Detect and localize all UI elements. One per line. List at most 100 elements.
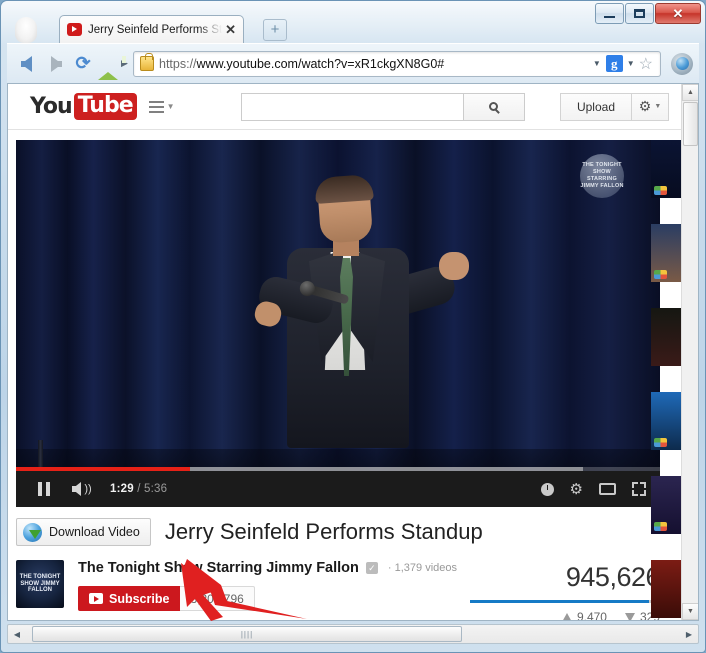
horizontal-scrollbar[interactable]: ◀ |||| ▶ — [7, 624, 699, 644]
video-title: Jerry Seinfeld Performs Standup — [164, 519, 483, 544]
scroll-left-button[interactable]: ◀ — [8, 625, 26, 643]
pause-icon — [38, 482, 50, 496]
player-right-controls: ⚙ — [540, 471, 650, 507]
upload-button[interactable]: Upload — [559, 92, 631, 121]
firefox-orb-icon — [15, 17, 37, 43]
address-bar[interactable]: https://www.youtube.com/watch?v=xR1ckgXN… — [133, 50, 661, 77]
speaker-icon — [72, 482, 82, 496]
related-video-thumbnail[interactable] — [651, 560, 681, 618]
related-videos-rail — [651, 140, 681, 620]
forward-button[interactable] — [41, 50, 71, 78]
hamburger-icon — [148, 98, 164, 116]
channel-avatar[interactable]: THE TONIGHT SHOW JIMMY FALLON — [16, 560, 64, 608]
channel-info: The Tonight Show Starring Jimmy Fallon ✓… — [78, 560, 470, 611]
search-bar — [240, 92, 525, 121]
title-row: Download Video Jerry Seinfeld Performs S… — [16, 514, 660, 550]
back-button[interactable] — [11, 50, 41, 78]
player-control-bar: )) 1:29 / 5:36 ⚙ — [16, 471, 660, 507]
subscriber-count: 3,209,796 — [180, 586, 255, 611]
account-settings-button[interactable]: ⚙ ▼ — [631, 92, 669, 121]
globe-download-icon — [23, 522, 42, 542]
search-engine-chevron-icon[interactable]: ▼ — [623, 59, 639, 68]
channel-name-line: The Tonight Show Starring Jimmy Fallon ✓… — [78, 560, 470, 576]
pause-button[interactable] — [26, 471, 62, 507]
guide-menu-button[interactable]: ▼ — [148, 98, 175, 116]
bookmark-star-icon[interactable]: ☆ — [639, 54, 656, 74]
search-button[interactable] — [462, 92, 525, 121]
globe-addon-icon — [671, 52, 693, 75]
search-input[interactable] — [240, 92, 463, 121]
verified-badge-icon: ✓ — [365, 562, 378, 574]
thumb-up-icon — [561, 612, 572, 620]
nbc-badge-icon — [654, 522, 667, 531]
current-time: 1:29 — [110, 483, 134, 495]
video-count: · 1,379 videos — [387, 562, 458, 574]
browser-window: ✕ Jerry Seinfeld Performs Sta ✕ + ⟳ ▶ ht… — [0, 0, 706, 653]
browser-tab[interactable]: Jerry Seinfeld Performs Sta ✕ — [59, 15, 244, 43]
new-tab-button[interactable]: + — [263, 19, 287, 41]
nbc-badge-icon — [654, 438, 667, 447]
video-metadata: Download Video Jerry Seinfeld Performs S… — [16, 514, 661, 620]
channel-watermark[interactable]: THE TONIGHT SHOW STARRING JIMMY FALLON — [580, 154, 624, 198]
watch-later-icon[interactable] — [540, 471, 554, 507]
related-video-thumbnail[interactable] — [651, 392, 681, 450]
forward-arrow-icon — [50, 55, 62, 72]
google-search-icon[interactable]: g — [605, 55, 623, 72]
horizontal-scroll-thumb[interactable]: |||| — [32, 626, 462, 642]
scroll-down-button[interactable]: ▼ — [682, 603, 698, 620]
right-hand — [439, 252, 469, 280]
home-button[interactable] — [95, 51, 121, 80]
settings-gear-icon[interactable]: ⚙ — [570, 471, 583, 507]
total-time: 5:36 — [144, 483, 168, 495]
scroll-up-button[interactable]: ▲ — [682, 84, 698, 101]
warning-lock-icon — [140, 53, 154, 71]
related-video-thumbnail[interactable] — [651, 224, 681, 282]
search-icon — [489, 102, 499, 111]
hair — [314, 174, 374, 204]
thumb-down-icon — [624, 612, 635, 620]
youtube-play-icon — [89, 593, 103, 604]
download-video-button[interactable]: Download Video — [16, 518, 151, 546]
url-text: https://www.youtube.com/watch?v=xR1ckgXN… — [159, 56, 445, 71]
youtube-logo-you: You — [30, 94, 73, 119]
fullscreen-icon[interactable] — [632, 471, 646, 507]
subscribe-button[interactable]: Subscribe — [78, 586, 181, 611]
volume-waves-icon: )) — [84, 483, 92, 495]
subscribe-row: Subscribe 3,209,796 — [78, 586, 470, 611]
tab-strip: Jerry Seinfeld Performs Sta ✕ + — [1, 15, 705, 43]
youtube-masthead: You Tube ▼ Upload ⚙ ▼ — [8, 84, 681, 130]
theater-mode-icon[interactable] — [599, 471, 616, 507]
reload-icon: ⟳ — [75, 53, 91, 73]
view-count: 945,626 — [565, 562, 661, 592]
view-stats: 945,626 9,470 329 — [470, 560, 661, 620]
channel-row: THE TONIGHT SHOW JIMMY FALLON The Tonigh… — [16, 560, 661, 620]
vertical-scroll-thumb[interactable] — [683, 102, 698, 146]
back-arrow-icon — [20, 55, 32, 72]
like-button[interactable]: 9,470 — [561, 610, 607, 620]
like-ratio-bar — [470, 600, 660, 603]
video-player[interactable]: THE TONIGHT SHOW STARRING JIMMY FALLON )… — [16, 140, 660, 507]
horizontal-scroll-track[interactable]: |||| — [26, 625, 680, 643]
likes-row: 9,470 329 — [470, 610, 660, 620]
download-video-label: Download Video — [49, 525, 140, 539]
related-video-thumbnail[interactable] — [651, 140, 681, 198]
related-video-thumbnail[interactable] — [651, 308, 681, 366]
tab-title: Jerry Seinfeld Performs Sta — [88, 23, 223, 36]
chevron-down-icon[interactable]: ▼ — [588, 59, 606, 68]
subscribe-label: Subscribe — [109, 591, 170, 606]
scroll-right-button[interactable]: ▶ — [680, 625, 698, 643]
youtube-logo[interactable]: You Tube — [30, 93, 137, 120]
channel-name[interactable]: The Tonight Show Starring Jimmy Fallon — [78, 560, 359, 576]
gear-icon: ⚙ — [638, 98, 652, 114]
page-viewport: You Tube ▼ Upload ⚙ ▼ THE TONIGHT SHOW S… — [7, 83, 699, 621]
masthead-actions: Upload ⚙ ▼ — [559, 92, 669, 121]
page-vertical-scrollbar[interactable]: ▲ ▼ — [681, 84, 698, 620]
navigation-toolbar: ⟳ ▶ https://www.youtube.com/watch?v=xR1c… — [7, 43, 699, 83]
tab-close-icon[interactable]: ✕ — [222, 22, 239, 38]
reload-button[interactable]: ⟳ — [71, 51, 95, 77]
chevron-down-icon: ▼ — [166, 102, 175, 111]
volume-button[interactable]: )) — [62, 471, 102, 507]
time-display: 1:29 / 5:36 — [110, 483, 167, 495]
related-video-thumbnail[interactable] — [651, 476, 681, 534]
extension-button[interactable] — [669, 51, 695, 77]
